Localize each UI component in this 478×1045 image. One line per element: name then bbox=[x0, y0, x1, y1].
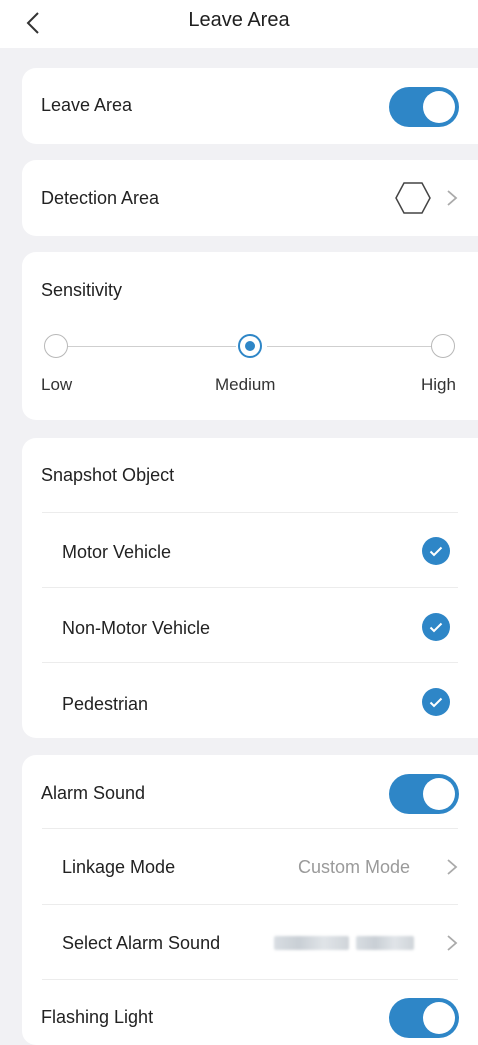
detection-area-row[interactable]: Detection Area bbox=[22, 160, 478, 236]
snapshot-object-label: Snapshot Object bbox=[41, 465, 175, 485]
leave-area-label: Leave Area bbox=[41, 95, 133, 115]
toggle-knob bbox=[423, 1002, 455, 1034]
chevron-right-icon bbox=[447, 190, 458, 206]
snapshot-object-card: Snapshot Object Motor Vehicle Non-Motor … bbox=[22, 438, 478, 738]
divider bbox=[42, 587, 458, 588]
alarm-sound-toggle[interactable] bbox=[389, 774, 459, 814]
sensitivity-medium-radio[interactable] bbox=[238, 334, 262, 358]
sensitivity-high-radio[interactable] bbox=[431, 334, 455, 358]
sensitivity-label: Sensitivity bbox=[41, 280, 123, 300]
divider bbox=[42, 979, 458, 980]
alarm-sound-label: Alarm Sound bbox=[41, 783, 146, 803]
alarm-sound-value-redacted bbox=[356, 936, 414, 950]
page-title: Leave Area bbox=[188, 9, 290, 31]
linkage-mode-value: Custom Mode bbox=[298, 857, 411, 877]
toggle-knob bbox=[423, 778, 455, 810]
select-alarm-sound-label: Select Alarm Sound bbox=[62, 933, 221, 953]
flashing-light-toggle[interactable] bbox=[389, 998, 459, 1038]
divider bbox=[42, 662, 458, 663]
checkmark-icon bbox=[429, 622, 443, 632]
checkmark-icon bbox=[429, 546, 443, 556]
motor-vehicle-checkbox[interactable] bbox=[422, 537, 450, 565]
sensitivity-low-radio[interactable] bbox=[44, 334, 68, 358]
divider bbox=[42, 512, 458, 513]
linkage-mode-row[interactable]: Linkage Mode Custom Mode bbox=[22, 829, 478, 904]
leave-area-toggle[interactable] bbox=[389, 87, 459, 127]
top-bar: Leave Area bbox=[0, 0, 478, 48]
sensitivity-low-label: Low bbox=[41, 375, 73, 394]
chevron-right-icon bbox=[447, 935, 458, 951]
sensitivity-track bbox=[267, 346, 431, 347]
sensitivity-medium-label: Medium bbox=[215, 375, 276, 394]
checkmark-icon bbox=[429, 697, 443, 707]
hexagon-icon bbox=[395, 182, 431, 214]
detection-area-label: Detection Area bbox=[41, 188, 160, 208]
sensitivity-card: Sensitivity Low Medium High bbox=[22, 252, 478, 420]
linkage-mode-label: Linkage Mode bbox=[62, 857, 176, 877]
non-motor-vehicle-label: Non-Motor Vehicle bbox=[62, 618, 211, 638]
pedestrian-label: Pedestrian bbox=[62, 694, 149, 714]
alarm-sound-value-redacted bbox=[274, 936, 349, 950]
select-alarm-sound-row[interactable]: Select Alarm Sound bbox=[22, 905, 478, 980]
toggle-knob bbox=[423, 91, 455, 123]
pedestrian-checkbox[interactable] bbox=[422, 688, 450, 716]
leave-area-card: Leave Area bbox=[22, 68, 478, 144]
sensitivity-high-label: High bbox=[421, 375, 456, 394]
motor-vehicle-label: Motor Vehicle bbox=[62, 542, 172, 562]
alarm-card: Alarm Sound Linkage Mode Custom Mode Sel… bbox=[22, 755, 478, 1045]
non-motor-vehicle-checkbox[interactable] bbox=[422, 613, 450, 641]
sensitivity-track bbox=[68, 346, 236, 347]
chevron-right-icon bbox=[447, 859, 458, 875]
